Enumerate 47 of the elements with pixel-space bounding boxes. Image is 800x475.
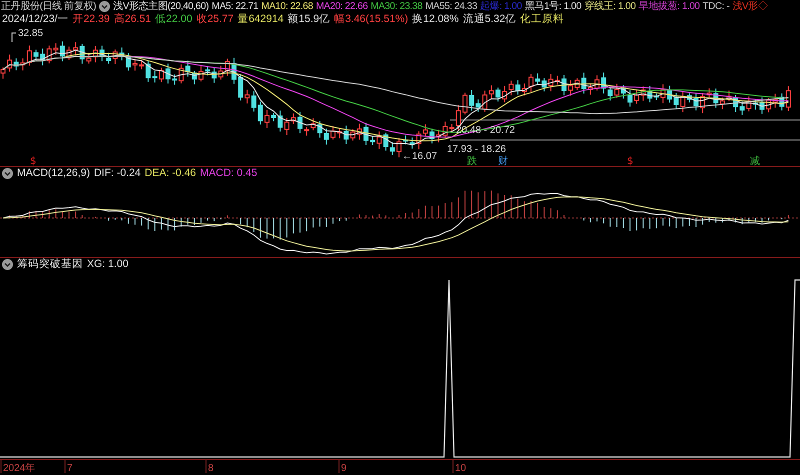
dropdown-icon[interactable] xyxy=(2,168,13,178)
indicator-value: XG: 1.00 xyxy=(87,258,128,270)
signal-marker: 减 xyxy=(750,156,760,166)
price-label: ←16.07 xyxy=(402,151,438,162)
axis-label: 2024年 xyxy=(3,463,36,473)
axis-label: 7 xyxy=(67,463,73,473)
indicator-value: MA55: 24.33 xyxy=(425,1,478,12)
indicator-value: 换12.08% xyxy=(412,12,459,26)
indicator-value: 2024/12/23/一 xyxy=(2,12,68,26)
signal-marker: 跌 xyxy=(467,156,477,166)
indicator-value: 穿线王: 1.00 xyxy=(584,0,636,13)
indicator-value: 幅3.46(15.51%) xyxy=(334,12,408,26)
indicator-title[interactable]: MACD(12,26,9) xyxy=(17,167,90,179)
dropdown-icon[interactable] xyxy=(99,1,110,12)
indicator-value: MA20: 22.66 xyxy=(316,1,368,12)
indicator-value: MA30: 23.38 xyxy=(370,1,422,12)
indicator-value: 低22.00 xyxy=(155,12,192,26)
signal-marker: 财 xyxy=(498,156,508,166)
indicator-value: MA10: 22.68 xyxy=(261,1,313,12)
axis-label: 9 xyxy=(341,463,347,473)
indicator-value: 流通5.32亿 xyxy=(462,12,516,26)
indicator-value: 高26.51 xyxy=(114,12,152,26)
indicator-value: 浅V形◇ xyxy=(732,0,768,13)
dropdown-icon[interactable] xyxy=(2,258,13,270)
axis-label: 10 xyxy=(455,463,466,473)
indicator-value: 黑马1号: 1.00 xyxy=(524,0,582,13)
axis-label: 8 xyxy=(208,463,214,473)
indicator-value: 旱地拔葱: 1.00 xyxy=(638,0,700,13)
indicator-value: 化工原料 xyxy=(520,12,564,26)
indicator-value: TDC: - xyxy=(702,1,730,12)
signal-marker: $ xyxy=(627,156,634,166)
signal-marker: $ xyxy=(30,156,36,166)
indicator-value: 额15.9亿 xyxy=(288,12,330,26)
indicator-value: MACD: 0.45 xyxy=(200,167,258,179)
indicator-value: DEA: -0.46 xyxy=(144,167,196,179)
price-label: 32.85 xyxy=(18,28,44,39)
indicator-value: 起爆: 1.00 xyxy=(480,0,522,13)
indicator-value: MA5: 22.71 xyxy=(212,1,258,12)
stock-name: 正丹股份(日线 前复权) xyxy=(1,0,96,13)
indicator-value: 量642914 xyxy=(238,12,284,26)
indicator-title[interactable]: 浅V形态主图(20,40,60) xyxy=(113,0,209,13)
price-range-label: 17.93 - 18.26 xyxy=(447,144,506,155)
indicator-value: 收25.77 xyxy=(196,12,234,26)
indicator-value: 开22.39 xyxy=(72,12,110,26)
indicator-value: DIF: -0.24 xyxy=(94,167,141,179)
indicator-title[interactable]: 筹码突破基因 xyxy=(17,257,83,271)
leader-line xyxy=(12,32,16,42)
